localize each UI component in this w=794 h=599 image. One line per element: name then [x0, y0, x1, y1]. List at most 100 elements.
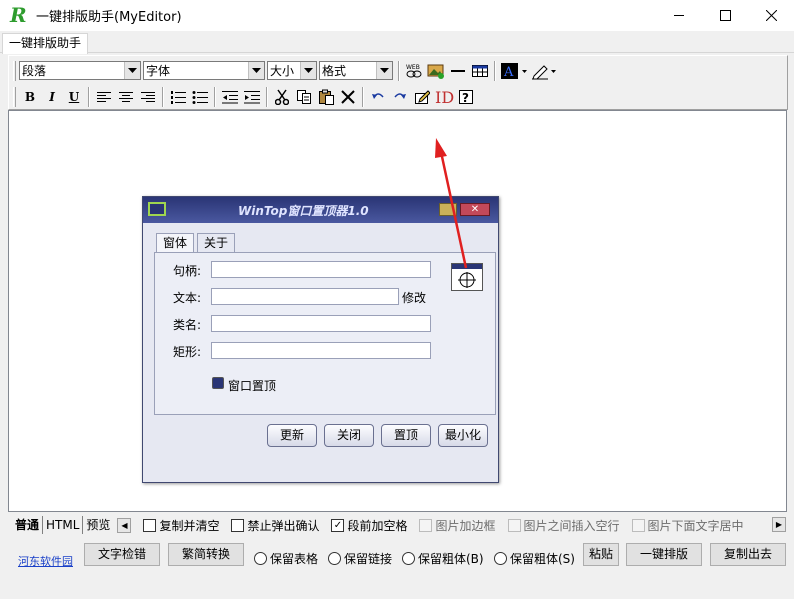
dialog-input-handle	[211, 261, 431, 278]
bullet-list-icon[interactable]	[189, 86, 211, 108]
font-select[interactable]: 字体	[143, 61, 265, 80]
separator	[398, 60, 400, 81]
tab-html[interactable]: HTML	[42, 516, 82, 534]
radio-keep-bold-b[interactable]: 保留粗体(B)	[402, 550, 484, 567]
dialog-input-text	[211, 288, 399, 305]
help-icon[interactable]: ?	[455, 86, 477, 108]
undo-icon[interactable]	[367, 86, 389, 108]
italic-button[interactable]: I	[41, 86, 63, 108]
underline-button[interactable]: U	[63, 86, 85, 108]
svg-text:ID: ID	[435, 88, 454, 106]
status-bar	[0, 574, 794, 599]
radio-keep-table[interactable]: 保留表格	[254, 550, 318, 567]
dialog-title: WinTop窗口置顶器1.0	[238, 204, 369, 218]
title-bar: R 一键排版助手(MyEditor)	[0, 0, 794, 31]
separator	[266, 86, 268, 107]
tab-scroll-left-icon[interactable]: ◀	[117, 517, 132, 533]
id-icon[interactable]: ID	[433, 86, 455, 108]
dialog-close-icon: ✕	[460, 203, 490, 216]
option-indent-space[interactable]: ✓ 段前加空格	[331, 517, 407, 534]
dialog-label-rect: 矩形:	[173, 345, 202, 359]
dialog-topmost-button: 置顶	[381, 424, 431, 447]
font-color-icon[interactable]: A	[499, 60, 529, 82]
site-link[interactable]: 河东软件园	[18, 553, 73, 569]
dialog-update-button: 更新	[267, 424, 317, 447]
dialog-topmost-label: 窗口置顶	[228, 379, 277, 393]
dialog-minimize-button: 最小化	[438, 424, 488, 447]
checkbox-checked[interactable]: ✓	[331, 518, 345, 532]
radio-keep-bold-s[interactable]: 保留粗体(S)	[494, 550, 575, 567]
format-select[interactable]: 格式	[319, 61, 393, 80]
outdent-icon[interactable]	[219, 86, 241, 108]
edit-note-icon[interactable]	[411, 86, 433, 108]
dialog-window-icon	[148, 202, 166, 216]
tab-strip: 一键排版助手	[0, 31, 794, 54]
tab-normal[interactable]: 普通	[12, 516, 42, 534]
tab-main[interactable]: 一键排版助手	[2, 33, 89, 54]
toolbar-grip[interactable]	[13, 86, 16, 107]
dialog-topmost-checkbox	[212, 377, 224, 389]
option-image-blank-line: 图片之间插入空行	[507, 517, 620, 534]
minimize-icon	[673, 15, 684, 16]
copy-out-button[interactable]: 复制出去	[710, 543, 786, 566]
checkbox[interactable]	[231, 518, 245, 532]
radio-circle[interactable]	[402, 552, 415, 565]
redo-icon[interactable]	[389, 86, 411, 108]
minimize-button[interactable]	[656, 0, 702, 31]
radio-circle[interactable]	[328, 552, 341, 565]
close-icon	[765, 10, 777, 21]
checkbox	[419, 518, 433, 532]
options-scroll-right-icon[interactable]: ▶	[772, 517, 786, 532]
one-click-format-button[interactable]: 一键排版	[626, 543, 702, 566]
checkbox	[507, 518, 521, 532]
delete-icon[interactable]	[337, 86, 359, 108]
separator	[214, 86, 216, 107]
align-center-icon[interactable]	[115, 86, 137, 108]
separator	[88, 86, 90, 107]
radio-keep-link[interactable]: 保留链接	[328, 550, 392, 567]
highlight-pen-icon[interactable]	[529, 60, 559, 82]
checkbox	[631, 518, 645, 532]
window-title: 一键排版助手(MyEditor)	[36, 10, 182, 25]
copy-icon[interactable]	[293, 86, 315, 108]
tab-preview[interactable]: 预览	[82, 516, 113, 534]
paste-icon[interactable]	[315, 86, 337, 108]
toolbar-grip[interactable]	[13, 60, 16, 81]
option-image-border: 图片加边框	[419, 517, 496, 534]
checkbox[interactable]	[143, 518, 157, 532]
horizontal-rule-icon[interactable]	[447, 60, 469, 82]
chevron-down-icon	[124, 62, 140, 79]
close-button[interactable]	[748, 0, 794, 31]
radio-circle[interactable]	[254, 552, 267, 565]
dialog-tab-window: 窗体	[156, 233, 195, 253]
dialog-label-class: 类名:	[173, 318, 202, 332]
maximize-button[interactable]	[702, 0, 748, 31]
paragraph-select[interactable]: 段落	[19, 61, 141, 80]
cut-icon[interactable]	[271, 86, 293, 108]
insert-table-icon[interactable]	[469, 60, 491, 82]
radio-circle[interactable]	[494, 552, 507, 565]
separator	[494, 60, 496, 81]
convert-button[interactable]: 繁简转换	[168, 543, 244, 566]
insert-image-icon[interactable]	[425, 60, 447, 82]
align-right-icon[interactable]	[137, 86, 159, 108]
paste-button[interactable]: 粘贴	[583, 543, 619, 566]
indent-icon[interactable]	[241, 86, 263, 108]
embedded-dialog-image: WinTop窗口置顶器1.0 ✕ 窗体 关于 句柄: 文本: 修改 类名: 矩形…	[142, 196, 499, 483]
bold-button[interactable]: B	[19, 86, 41, 108]
dialog-label-handle: 句柄:	[173, 264, 202, 278]
web-link-icon[interactable]: WEB	[403, 60, 425, 82]
chevron-down-icon	[300, 62, 316, 79]
align-left-icon[interactable]	[93, 86, 115, 108]
dialog-input-rect	[211, 342, 431, 359]
option-copy-clear[interactable]: 复制并清空	[143, 517, 219, 534]
separator	[362, 86, 364, 107]
dialog-tab-about: 关于	[197, 233, 236, 253]
app-logo-icon: R	[10, 2, 27, 27]
numbered-list-icon[interactable]	[167, 86, 189, 108]
size-select[interactable]: 大小	[267, 61, 317, 80]
svg-text:A: A	[503, 65, 514, 80]
option-no-confirm[interactable]: 禁止弹出确认	[231, 517, 319, 534]
text-check-button[interactable]: 文字检错	[84, 543, 160, 566]
toolbar-area: 段落 字体 大小 格式 WEB A B I U ID ?	[8, 55, 788, 110]
